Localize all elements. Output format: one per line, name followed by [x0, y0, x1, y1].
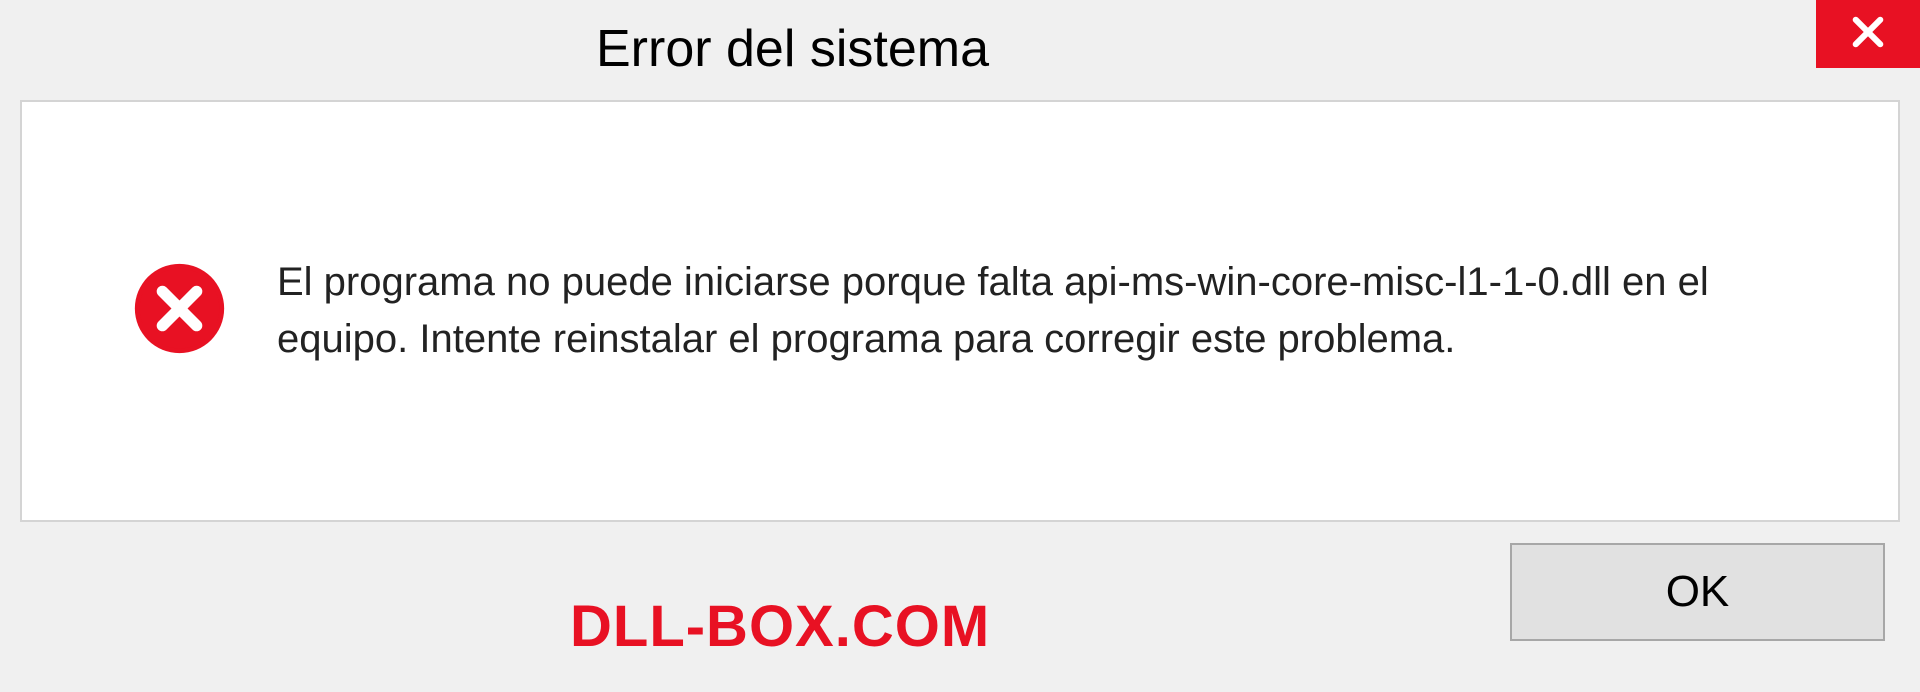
error-icon: [132, 261, 227, 361]
dialog-footer: DLL-BOX.COM OK: [0, 522, 1920, 692]
watermark-text: DLL-BOX.COM: [570, 593, 990, 660]
ok-button-label: OK: [1666, 567, 1730, 617]
titlebar: Error del sistema: [0, 0, 1920, 98]
dialog-content: El programa no puede iniciarse porque fa…: [20, 100, 1900, 522]
close-icon: [1847, 11, 1889, 58]
dialog-title: Error del sistema: [596, 19, 989, 79]
error-message: El programa no puede iniciarse porque fa…: [277, 254, 1818, 368]
close-button[interactable]: [1816, 0, 1920, 68]
ok-button[interactable]: OK: [1510, 543, 1885, 641]
